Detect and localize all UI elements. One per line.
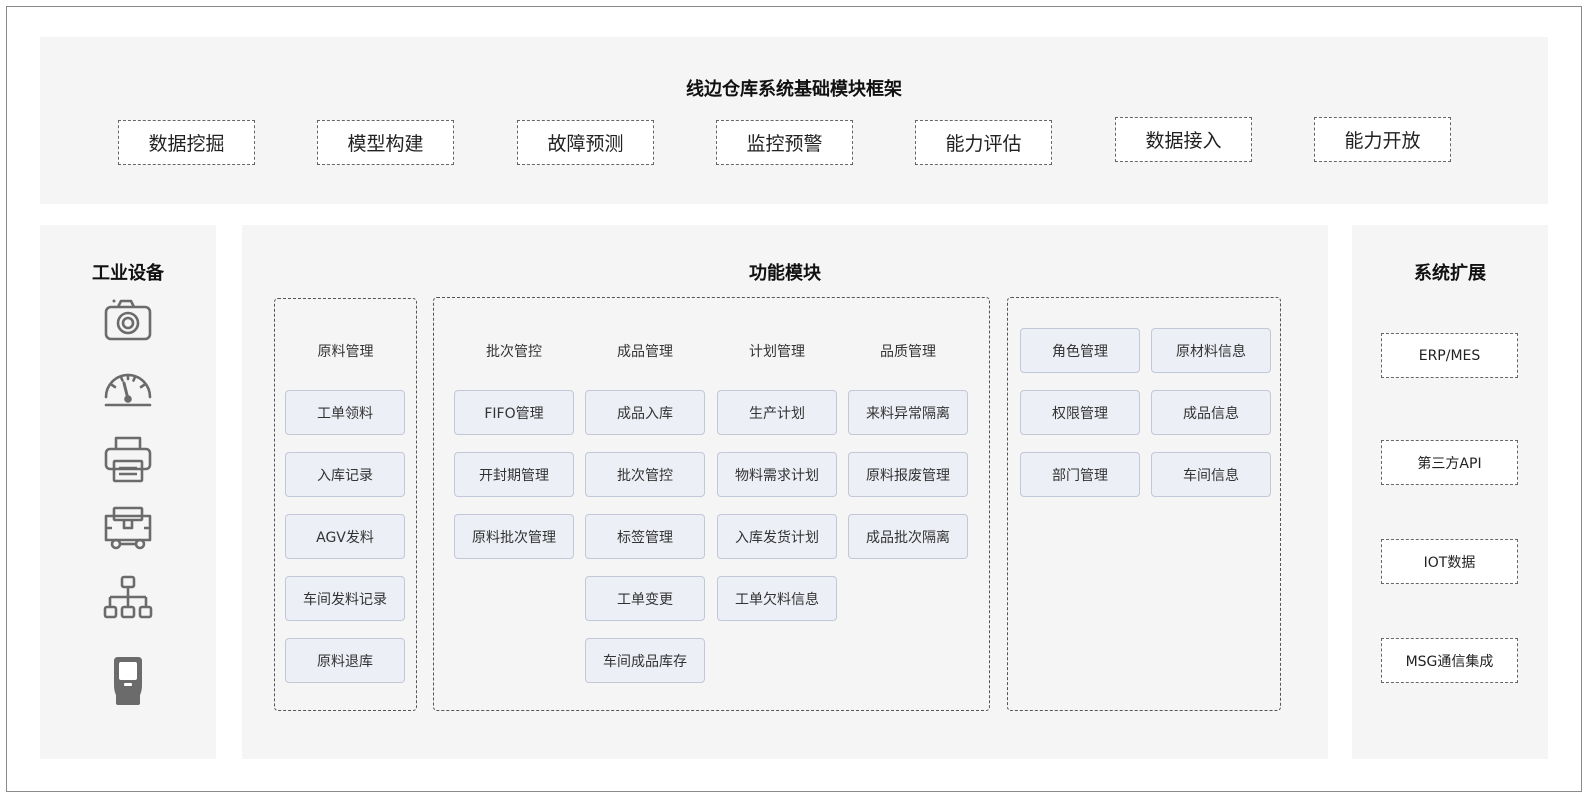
top-item-capability-open: 能力开放 — [1314, 117, 1451, 162]
planning-item[interactable]: 生产计划 — [717, 390, 837, 435]
top-item-monitor-alert: 监控预警 — [716, 120, 853, 165]
finished-goods-item[interactable]: 批次管控 — [585, 452, 705, 497]
batch-control-item[interactable]: 开封期管理 — [454, 452, 574, 497]
extension-item-msg-integration: MSG通信集成 — [1381, 638, 1518, 683]
finished-goods-item[interactable]: 车间成品库存 — [585, 638, 705, 683]
camera-icon — [102, 295, 154, 347]
planning-item[interactable]: 入库发货计划 — [717, 514, 837, 559]
printer-icon — [102, 433, 154, 485]
network-topology-icon — [102, 573, 154, 625]
material-item[interactable]: 入库记录 — [285, 452, 405, 497]
finished-goods-item[interactable]: 成品入库 — [585, 390, 705, 435]
agv-vehicle-icon — [102, 502, 154, 554]
system-extension-title: 系统扩展 — [1414, 263, 1486, 284]
quality-item[interactable]: 来料异常隔离 — [848, 390, 968, 435]
material-management-header: 原料管理 — [317, 344, 374, 360]
function-modules-title: 功能模块 — [749, 263, 821, 284]
diagram-title: 线边仓库系统基础模块框架 — [686, 79, 902, 100]
admin-item[interactable]: 权限管理 — [1020, 390, 1140, 435]
handheld-scanner-icon — [102, 655, 154, 707]
planning-item[interactable]: 工单欠料信息 — [717, 576, 837, 621]
master-data-item[interactable]: 原材料信息 — [1151, 328, 1271, 373]
quality-item[interactable]: 成品批次隔离 — [848, 514, 968, 559]
batch-control-item[interactable]: FIFO管理 — [454, 390, 574, 435]
top-item-model-building: 模型构建 — [317, 120, 454, 165]
admin-item[interactable]: 角色管理 — [1020, 328, 1140, 373]
system-extension-panel: 系统扩展 ERP/MES 第三方API IOT数据 MSG通信集成 — [1352, 225, 1548, 759]
operations-group: 批次管控 FIFO管理 开封期管理 原料批次管理 成品管理 成品入库 批次管控 … — [433, 297, 990, 711]
master-data-item[interactable]: 成品信息 — [1151, 390, 1271, 435]
material-item[interactable]: 工单领料 — [285, 390, 405, 435]
finished-goods-header: 成品管理 — [617, 344, 673, 360]
top-item-capability-eval: 能力评估 — [915, 120, 1052, 165]
industrial-devices-panel: 工业设备 — [40, 225, 216, 759]
extension-item-erp-mes: ERP/MES — [1381, 333, 1518, 378]
finished-goods-item[interactable]: 标签管理 — [585, 514, 705, 559]
quality-header: 品质管理 — [880, 344, 936, 360]
planning-item[interactable]: 物料需求计划 — [717, 452, 837, 497]
material-item[interactable]: 原料退库 — [285, 638, 405, 683]
base-modules-panel: 线边仓库系统基础模块框架 数据挖掘 模型构建 故障预测 监控预警 能力评估 数据… — [40, 37, 1548, 204]
devices-title: 工业设备 — [92, 263, 164, 284]
extension-item-iot-data: IOT数据 — [1381, 539, 1518, 584]
batch-control-header: 批次管控 — [486, 344, 542, 360]
extension-item-third-party-api: 第三方API — [1381, 440, 1518, 485]
top-item-data-access: 数据接入 — [1115, 117, 1252, 162]
top-item-data-mining: 数据挖掘 — [118, 120, 255, 165]
material-management-group: 原料管理 工单领料 入库记录 AGV发料 车间发料记录 原料退库 — [274, 298, 417, 711]
quality-item[interactable]: 原料报废管理 — [848, 452, 968, 497]
master-data-item[interactable]: 车间信息 — [1151, 452, 1271, 497]
admin-item[interactable]: 部门管理 — [1020, 452, 1140, 497]
admin-group: 角色管理 权限管理 部门管理 原材料信息 成品信息 车间信息 — [1007, 297, 1281, 711]
batch-control-item[interactable]: 原料批次管理 — [454, 514, 574, 559]
material-item[interactable]: 车间发料记录 — [285, 576, 405, 621]
material-item[interactable]: AGV发料 — [285, 514, 405, 559]
top-item-fault-prediction: 故障预测 — [517, 120, 654, 165]
planning-header: 计划管理 — [749, 344, 805, 360]
function-modules-panel: 功能模块 原料管理 工单领料 入库记录 AGV发料 车间发料记录 原料退库 批次… — [242, 225, 1328, 759]
finished-goods-item[interactable]: 工单变更 — [585, 576, 705, 621]
gauge-icon — [102, 363, 154, 415]
